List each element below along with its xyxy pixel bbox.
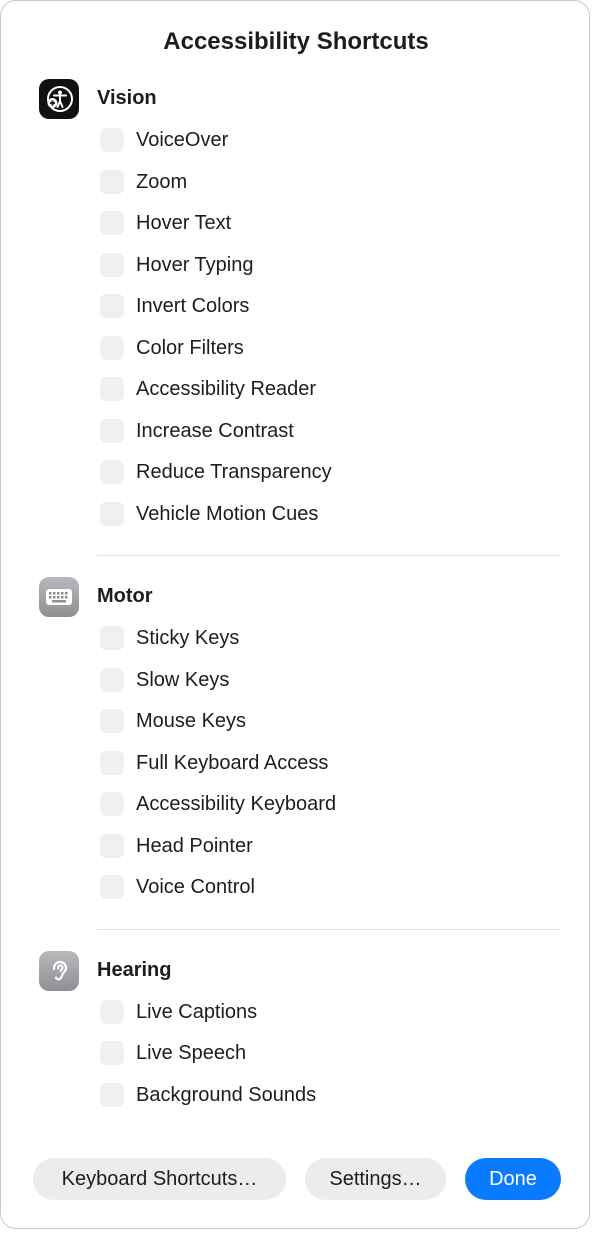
checkbox-label: Background Sounds [136,1083,317,1106]
checkbox-row-accessibility-reader[interactable]: Accessibility Reader [100,376,316,402]
checkbox[interactable] [100,377,124,401]
checkbox[interactable] [100,1083,124,1107]
checkbox[interactable] [100,792,124,816]
checkbox-row-head-pointer[interactable]: Head Pointer [100,833,253,859]
checkbox-row-invert-colors[interactable]: Invert Colors [100,293,249,319]
checkbox-label: Color Filters [136,336,244,359]
checkbox-row-live-captions[interactable]: Live Captions [100,999,257,1025]
checkbox-label: Accessibility Reader [136,377,317,400]
checkbox[interactable] [100,1041,124,1065]
checkbox-label: Head Pointer [136,834,253,857]
checkbox[interactable] [100,875,124,899]
checkbox[interactable] [100,460,124,484]
accessibility-icon [39,79,79,119]
checkbox-row-full-keyboard-access[interactable]: Full Keyboard Access [100,750,328,776]
divider [97,929,561,930]
checkbox-row-voiceover[interactable]: VoiceOver [100,127,228,153]
ear-icon [39,951,79,991]
done-button[interactable]: Done [465,1158,561,1200]
checkbox-label: VoiceOver [136,128,229,151]
checkbox-row-reduce-transparency[interactable]: Reduce Transparency [100,459,332,485]
checkbox[interactable] [100,170,124,194]
checkbox-row-voice-control[interactable]: Voice Control [100,874,255,900]
checkbox[interactable] [100,294,124,318]
checkbox[interactable] [100,709,124,733]
checkbox-row-accessibility-keyboard[interactable]: Accessibility Keyboard [100,791,336,817]
keyboard-shortcuts-button[interactable]: Keyboard Shortcuts… [33,1158,286,1200]
checkbox-label: Mouse Keys [136,709,247,732]
checkbox[interactable] [100,419,124,443]
checkbox-label: Increase Contrast [136,419,294,442]
checkbox[interactable] [100,834,124,858]
checkbox-row-background-sounds[interactable]: Background Sounds [100,1082,316,1108]
section-title-hearing: Hearing [97,959,172,981]
settings-button[interactable]: Settings… [305,1158,446,1200]
checkbox-row-hover-text[interactable]: Hover Text [100,210,231,236]
checkbox[interactable] [100,128,124,152]
checkbox[interactable] [100,1000,124,1024]
checkbox-label: Zoom [136,170,188,193]
checkbox[interactable] [100,502,124,526]
checkbox[interactable] [100,211,124,235]
checkbox-label: Hover Typing [136,253,254,276]
checkbox-label: Accessibility Keyboard [136,792,337,815]
checkbox-row-vehicle-motion-cues[interactable]: Vehicle Motion Cues [100,501,318,527]
dialog-title: Accessibility Shortcuts [163,28,429,55]
accessibility-shortcuts-dialog: Accessibility Shortcuts Vision VoiceOver… [0,0,590,1229]
section-title-vision: Vision [97,87,157,109]
checkbox-label: Full Keyboard Access [136,751,329,774]
checkbox-label: Live Captions [136,1000,258,1023]
checkbox-row-hover-typing[interactable]: Hover Typing [100,252,253,278]
checkbox[interactable] [100,751,124,775]
checkbox-label: Invert Colors [136,294,250,317]
checkbox-label: Vehicle Motion Cues [136,502,319,525]
checkbox-row-slow-keys[interactable]: Slow Keys [100,667,229,693]
checkbox-row-zoom[interactable]: Zoom [100,169,187,195]
checkbox-label: Slow Keys [136,668,230,691]
checkbox-label: Live Speech [136,1041,247,1064]
checkbox-row-increase-contrast[interactable]: Increase Contrast [100,418,294,444]
checkbox[interactable] [100,336,124,360]
checkbox-row-color-filters[interactable]: Color Filters [100,335,244,361]
section-title-motor: Motor [97,585,153,607]
divider [97,555,561,556]
checkbox-row-sticky-keys[interactable]: Sticky Keys [100,625,239,651]
checkbox-label: Sticky Keys [136,626,240,649]
checkbox-label: Voice Control [136,875,255,898]
keyboard-icon [39,577,79,617]
checkbox-row-live-speech[interactable]: Live Speech [100,1040,246,1066]
checkbox-row-mouse-keys[interactable]: Mouse Keys [100,708,246,734]
checkbox[interactable] [100,253,124,277]
checkbox-label: Reduce Transparency [136,460,332,483]
checkbox[interactable] [100,626,124,650]
checkbox-label: Hover Text [136,211,232,234]
checkbox[interactable] [100,668,124,692]
